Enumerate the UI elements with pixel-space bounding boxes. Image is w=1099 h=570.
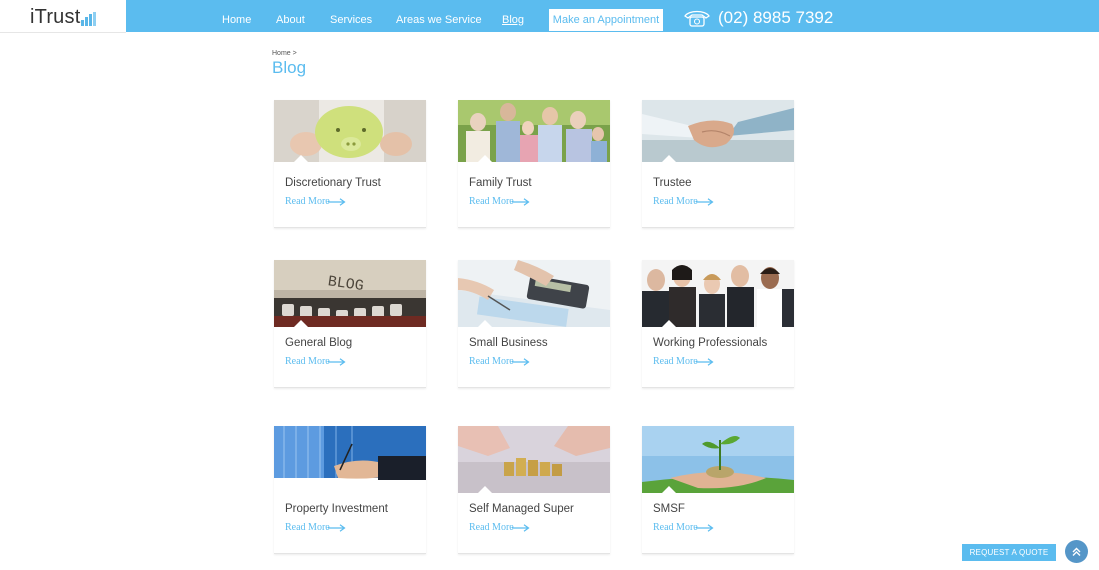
nav-blog[interactable]: Blog xyxy=(502,14,524,26)
page-title: Blog xyxy=(272,58,307,77)
card-title[interactable]: Trustee xyxy=(653,177,692,189)
main-nav: Home About Services Areas we Service Blo… xyxy=(126,0,1099,32)
read-more-link[interactable]: Read More xyxy=(469,356,514,367)
phone-number[interactable]: (02) 8985 7392 xyxy=(718,8,833,28)
arrow-right-icon[interactable] xyxy=(328,358,346,366)
blog-card-self-managed-super[interactable]: Self Managed Super Read More xyxy=(458,426,610,554)
read-more-link[interactable]: Read More xyxy=(653,196,698,207)
card-notch xyxy=(478,486,492,493)
arrow-right-icon[interactable] xyxy=(328,524,346,532)
read-more-link[interactable]: Read More xyxy=(653,522,698,533)
nav-areas-we-service[interactable]: Areas we Service xyxy=(396,14,482,26)
family-image xyxy=(458,100,610,162)
back-to-top-button[interactable] xyxy=(1065,540,1088,563)
card-title[interactable]: Self Managed Super xyxy=(469,503,574,515)
blog-card-small-business[interactable]: Small Business Read More xyxy=(458,260,610,388)
blog-card-smsf[interactable]: SMSF Read More xyxy=(642,426,794,554)
arrow-right-icon[interactable] xyxy=(696,198,714,206)
card-title[interactable]: Property Investment xyxy=(285,503,388,515)
read-more-link[interactable]: Read More xyxy=(285,522,330,533)
handshake-image xyxy=(642,100,794,162)
make-appointment-button[interactable]: Make an Appointment xyxy=(549,9,663,31)
arrow-right-icon[interactable] xyxy=(512,524,530,532)
blog-card-trustee[interactable]: Trustee Read More xyxy=(642,100,794,228)
arrow-right-icon[interactable] xyxy=(696,524,714,532)
card-title[interactable]: Working Professionals xyxy=(653,337,767,349)
logo[interactable]: iTrust xyxy=(0,0,126,33)
blog-card-working-professionals[interactable]: Working Professionals Read More xyxy=(642,260,794,388)
card-notch xyxy=(662,486,676,493)
read-more-link[interactable]: Read More xyxy=(469,196,514,207)
calculator-image xyxy=(458,260,610,327)
read-more-link[interactable]: Read More xyxy=(653,356,698,367)
logo-bars-icon xyxy=(81,12,97,26)
card-title[interactable]: Discretionary Trust xyxy=(285,177,381,189)
logo-text: iTrust xyxy=(30,6,81,28)
card-notch xyxy=(478,155,492,162)
card-notch xyxy=(662,155,676,162)
nav-services[interactable]: Services xyxy=(330,14,372,26)
read-more-link[interactable]: Read More xyxy=(469,522,514,533)
phone-icon xyxy=(684,10,710,27)
double-chevron-up-icon xyxy=(1072,547,1081,556)
nav-about[interactable]: About xyxy=(276,14,305,26)
card-notch xyxy=(662,320,676,327)
nav-home[interactable]: Home xyxy=(222,14,251,26)
piggy-bank-image xyxy=(274,100,426,162)
coins-image xyxy=(458,426,610,493)
site-header: iTrust Home About Services Areas we Serv… xyxy=(0,0,1099,33)
blog-card-general-blog[interactable]: BLOG General Blog Read More xyxy=(274,260,426,388)
card-notch xyxy=(478,320,492,327)
card-title[interactable]: SMSF xyxy=(653,503,685,515)
card-title[interactable]: General Blog xyxy=(285,337,352,349)
card-notch xyxy=(294,486,308,493)
arrow-right-icon[interactable] xyxy=(328,198,346,206)
card-notch xyxy=(294,320,308,327)
card-title[interactable]: Family Trust xyxy=(469,177,532,189)
blog-card-family-trust[interactable]: Family Trust Read More xyxy=(458,100,610,228)
typewriter-blog-image: BLOG xyxy=(274,260,426,327)
building-signing-image xyxy=(274,426,426,493)
blog-card-property-investment[interactable]: Property Investment Read More xyxy=(274,426,426,554)
blog-card-discretionary-trust[interactable]: Discretionary Trust Read More xyxy=(274,100,426,228)
card-title[interactable]: Small Business xyxy=(469,337,548,349)
read-more-link[interactable]: Read More xyxy=(285,196,330,207)
request-quote-button[interactable]: REQUEST A QUOTE xyxy=(962,544,1056,561)
arrow-right-icon[interactable] xyxy=(512,358,530,366)
plant-coins-image xyxy=(642,426,794,493)
breadcrumb[interactable]: Home > xyxy=(272,50,297,57)
arrow-right-icon[interactable] xyxy=(512,198,530,206)
card-notch xyxy=(294,155,308,162)
professionals-image xyxy=(642,260,794,327)
read-more-link[interactable]: Read More xyxy=(285,356,330,367)
arrow-right-icon[interactable] xyxy=(696,358,714,366)
